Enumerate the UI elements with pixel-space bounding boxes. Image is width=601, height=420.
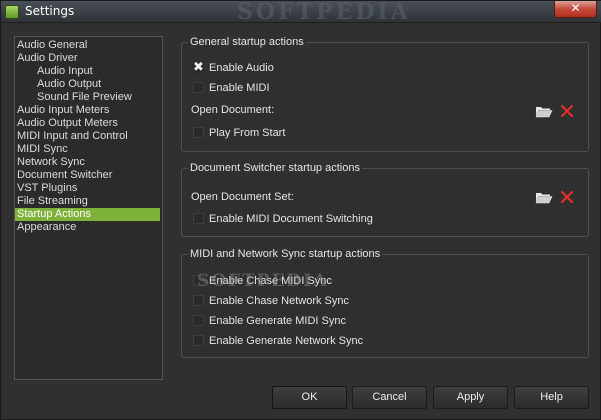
sidebar-item-appearance[interactable]: Appearance [17, 221, 76, 234]
app-icon [5, 5, 19, 19]
enable-midi-checkbox[interactable] [193, 82, 204, 93]
generate-network-sync-label[interactable]: Enable Generate Network Sync [209, 335, 363, 347]
general-startup-group: General startup actions ✖ Enable Audio E… [181, 36, 589, 152]
sidebar-item-midi-input-control[interactable]: MIDI Input and Control [17, 130, 128, 143]
chase-network-sync-label[interactable]: Enable Chase Network Sync [209, 295, 349, 307]
enable-midi-switching-checkbox[interactable] [193, 213, 204, 224]
sidebar-item-network-sync[interactable]: Network Sync [17, 156, 85, 169]
watermark-center: SOFTPEDIA [197, 271, 329, 291]
enable-midi-label[interactable]: Enable MIDI [209, 82, 270, 94]
midi-network-sync-group: MIDI and Network Sync startup actions En… [181, 248, 589, 358]
clear-document-set-icon[interactable] [560, 190, 574, 204]
open-document-set-label: Open Document Set: [191, 191, 294, 203]
sidebar-item-audio-output[interactable]: Audio Output [37, 78, 101, 91]
document-switcher-group: Document Switcher startup actions Open D… [181, 162, 589, 237]
cancel-button[interactable]: Cancel [352, 386, 427, 409]
sidebar-item-startup-actions[interactable]: Startup Actions [15, 208, 160, 221]
title-bar[interactable]: Settings SOFTPEDIA ✕ [1, 0, 601, 25]
general-startup-title: General startup actions [188, 36, 306, 48]
open-document-label: Open Document: [191, 104, 275, 116]
ok-button[interactable]: OK [272, 386, 347, 409]
settings-category-list: Audio General Audio Driver Audio Input A… [14, 36, 163, 380]
settings-window: Settings SOFTPEDIA ✕ Audio General Audio… [0, 0, 601, 420]
enable-audio-label[interactable]: Enable Audio [209, 62, 274, 74]
sidebar-item-audio-input-meters[interactable]: Audio Input Meters [17, 104, 109, 117]
sidebar-item-midi-sync[interactable]: MIDI Sync [17, 143, 68, 156]
sidebar-item-vst-plugins[interactable]: VST Plugins [17, 182, 77, 195]
apply-button[interactable]: Apply [433, 386, 508, 409]
play-from-start-label[interactable]: Play From Start [209, 127, 285, 139]
watermark-top: SOFTPEDIA [237, 0, 411, 25]
chase-network-sync-checkbox[interactable] [193, 295, 204, 306]
enable-audio-checkbox[interactable]: ✖ [193, 59, 204, 74]
close-button[interactable]: ✕ [554, 1, 597, 18]
sidebar-item-file-streaming[interactable]: File Streaming [17, 195, 88, 208]
generate-network-sync-checkbox[interactable] [193, 335, 204, 346]
play-from-start-checkbox[interactable] [193, 127, 204, 138]
midi-network-sync-title: MIDI and Network Sync startup actions [188, 248, 383, 260]
sidebar-item-document-switcher[interactable]: Document Switcher [17, 169, 112, 182]
checkmark-icon: ✖ [193, 59, 204, 74]
help-button[interactable]: Help [514, 386, 589, 409]
open-folder-icon[interactable] [535, 190, 553, 204]
generate-midi-sync-label[interactable]: Enable Generate MIDI Sync [209, 315, 346, 327]
document-switcher-title: Document Switcher startup actions [188, 162, 362, 174]
sidebar-item-sound-file-preview[interactable]: Sound File Preview [37, 91, 132, 104]
clear-document-icon[interactable] [560, 104, 574, 118]
generate-midi-sync-checkbox[interactable] [193, 315, 204, 326]
sidebar-item-audio-driver[interactable]: Audio Driver [17, 52, 78, 65]
sidebar-item-audio-input[interactable]: Audio Input [37, 65, 93, 78]
open-folder-icon[interactable] [535, 104, 553, 118]
enable-midi-switching-label[interactable]: Enable MIDI Document Switching [209, 213, 373, 225]
window-title: Settings [25, 4, 75, 18]
sidebar-item-audio-output-meters[interactable]: Audio Output Meters [17, 117, 118, 130]
sidebar-item-audio-general[interactable]: Audio General [17, 39, 87, 52]
